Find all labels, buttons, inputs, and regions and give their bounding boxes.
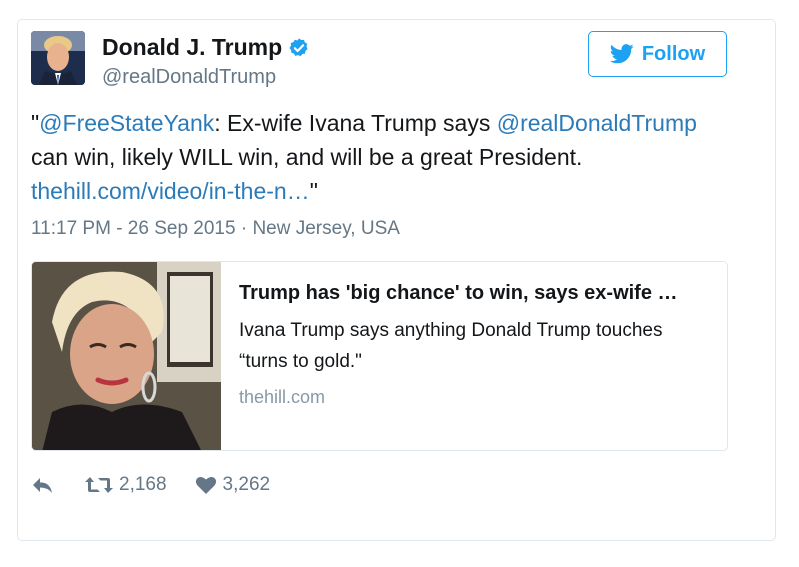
- author-name-row[interactable]: Donald J. Trump: [102, 34, 310, 61]
- reply-button[interactable]: [31, 475, 55, 495]
- follow-label: Follow: [641, 42, 706, 65]
- heart-icon: [195, 476, 216, 494]
- tweet-text-part-2: can win, likely WILL win, and will be a …: [31, 144, 583, 170]
- retweet-button[interactable]: 2,168: [85, 474, 167, 496]
- twitter-bird-icon: [609, 44, 634, 64]
- like-count: 3,262: [222, 474, 271, 495]
- tweet-link[interactable]: thehill.com/video/in-the-n…: [31, 178, 310, 204]
- mention-realdonaldtrump[interactable]: @realDonaldTrump: [497, 110, 697, 136]
- tweet-actions: 2,168 3,262: [31, 474, 270, 496]
- preview-image: [32, 262, 221, 450]
- quote-close: ": [309, 178, 318, 204]
- quote-open: ": [31, 110, 40, 136]
- retweet-icon: [85, 477, 113, 493]
- preview-domain: thehill.com: [239, 387, 326, 407]
- mention-freestateyank[interactable]: @FreeStateYank: [39, 110, 214, 136]
- like-button[interactable]: 3,262: [195, 474, 271, 496]
- tweet-timestamp[interactable]: 11:17 PM - 26 Sep 2015 · New Jersey, USA: [31, 218, 400, 240]
- tweet-text: "@FreeStateYank: Ex-wife Ivana Trump say…: [31, 106, 731, 208]
- follow-button[interactable]: Follow: [588, 31, 727, 77]
- retweet-count: 2,168: [119, 474, 167, 495]
- tweet-text-part-1: : Ex-wife Ivana Trump says: [214, 110, 497, 136]
- link-preview-card[interactable]: Trump has 'big chance' to win, says ex-w…: [31, 261, 728, 451]
- reply-icon: [33, 478, 52, 493]
- preview-photo: [32, 262, 221, 450]
- preview-title[interactable]: Trump has 'big chance' to win, says ex-w…: [239, 282, 678, 305]
- preview-description: Ivana Trump says anything Donald Trump t…: [239, 320, 663, 372]
- verified-badge-icon: [289, 37, 308, 56]
- author-name[interactable]: Donald J. Trump: [102, 34, 282, 61]
- avatar[interactable]: [31, 31, 85, 85]
- author-handle[interactable]: @realDonaldTrump: [102, 66, 276, 89]
- avatar-image: [31, 31, 85, 85]
- preview-body: Trump has 'big chance' to win, says ex-w…: [221, 262, 696, 450]
